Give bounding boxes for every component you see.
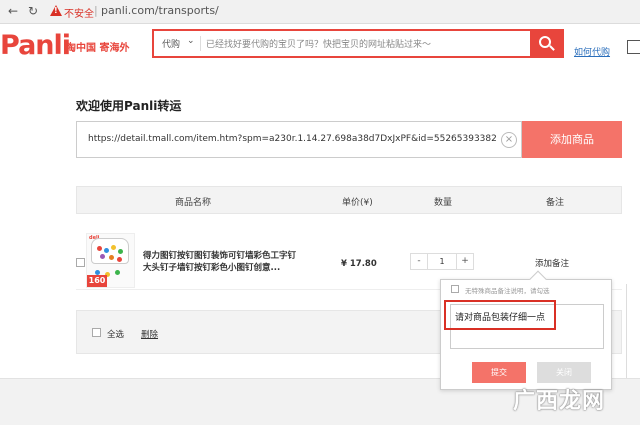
- thumbnail-box: [91, 238, 129, 264]
- logo-slogan: 淘中国 寄海外: [66, 43, 130, 54]
- search-divider: [200, 36, 201, 51]
- column-header-quantity: 数量: [434, 198, 453, 208]
- submit-button[interactable]: 提交: [472, 362, 526, 383]
- thumbnail-badge: 160: [87, 275, 107, 287]
- address-url[interactable]: panli.com/transports/: [101, 4, 219, 17]
- page: ← ↻ 不安全 | panli.com/transports/ Panli 淘中…: [0, 0, 640, 425]
- close-button[interactable]: 关闭: [537, 362, 591, 383]
- unit-price: ¥ 17.80: [341, 259, 377, 269]
- site-header: Panli 淘中国 寄海外 代购 ⌄ 已经找好要代购的宝贝了吗？快把宝贝的网址粘…: [0, 24, 640, 68]
- add-note-link[interactable]: 添加备注: [535, 257, 569, 269]
- watermark: 广西龙网: [513, 388, 606, 414]
- note-popup: 无特殊商品备注说明，请勾选 请对商品包装仔细一点 提交 关闭: [440, 270, 612, 390]
- page-title: 欢迎使用Panli转运: [76, 99, 182, 113]
- search-input[interactable]: 已经找好要代购的宝贝了吗？快把宝贝的网址粘贴过来～: [206, 37, 431, 50]
- url-separator: |: [94, 4, 98, 17]
- warning-icon: [50, 5, 62, 16]
- column-header-name: 商品名称: [175, 198, 212, 208]
- no-note-label[interactable]: 无特殊商品备注说明，请勾选: [465, 285, 550, 295]
- search-icon-handle: [549, 45, 555, 51]
- thumbnail-pin: [111, 245, 116, 250]
- browser-bar: ← ↻ 不安全 | panli.com/transports/: [0, 0, 640, 24]
- side-panel-edge[interactable]: [627, 40, 640, 54]
- decrease-button[interactable]: -: [411, 254, 428, 269]
- increase-button[interactable]: +: [456, 254, 473, 269]
- thumbnail-pin: [109, 255, 114, 260]
- table-header: 商品名称 单价(¥) 数量 备注: [76, 186, 622, 214]
- thumbnail-pin: [117, 257, 122, 262]
- quantity-stepper: - 1 +: [410, 253, 474, 270]
- back-arrow-icon[interactable]: ←: [6, 4, 20, 18]
- product-url-value[interactable]: https://detail.tmall.com/item.htm?spm=a2…: [88, 134, 496, 144]
- thumbnail-pin: [118, 249, 123, 254]
- product-thumbnail[interactable]: deli 160: [86, 233, 135, 288]
- security-label[interactable]: 不安全: [64, 5, 94, 20]
- delete-link[interactable]: 删除: [141, 328, 158, 340]
- thumbnail-pin: [100, 254, 105, 259]
- thumbnail-pin: [115, 270, 120, 275]
- search-button[interactable]: [530, 31, 562, 56]
- clear-icon[interactable]: ×: [501, 132, 517, 148]
- thumbnail-pin: [104, 248, 109, 253]
- product-name-link[interactable]: 得力图钉按钉图钉装饰可钉墙彩色工字钉大头钉子墙钉按钉彩色小图钉创意...: [143, 250, 299, 274]
- search-scope-select[interactable]: 代购: [162, 37, 180, 50]
- select-all-checkbox[interactable]: [92, 328, 101, 337]
- thumbnail-pin: [97, 246, 102, 251]
- select-all-label[interactable]: 全选: [107, 328, 124, 340]
- annotation-highlight-box: [444, 300, 556, 330]
- no-note-checkbox[interactable]: [451, 285, 459, 293]
- chevron-down-icon[interactable]: ⌄: [187, 36, 195, 46]
- add-product-button[interactable]: 添加商品: [522, 121, 622, 158]
- column-header-note: 备注: [546, 198, 565, 208]
- row-checkbox[interactable]: [76, 258, 85, 267]
- refresh-icon[interactable]: ↻: [26, 4, 40, 18]
- column-header-price: 单价(¥): [342, 198, 373, 208]
- product-url-field[interactable]: https://detail.tmall.com/item.htm?spm=a2…: [76, 121, 522, 158]
- panli-logo[interactable]: Panli: [0, 30, 71, 61]
- search-bar: 代购 ⌄ 已经找好要代购的宝贝了吗？快把宝贝的网址粘贴过来～: [152, 29, 564, 58]
- how-to-buy-link[interactable]: 如何代购: [574, 45, 610, 58]
- quantity-input[interactable]: 1: [428, 254, 456, 269]
